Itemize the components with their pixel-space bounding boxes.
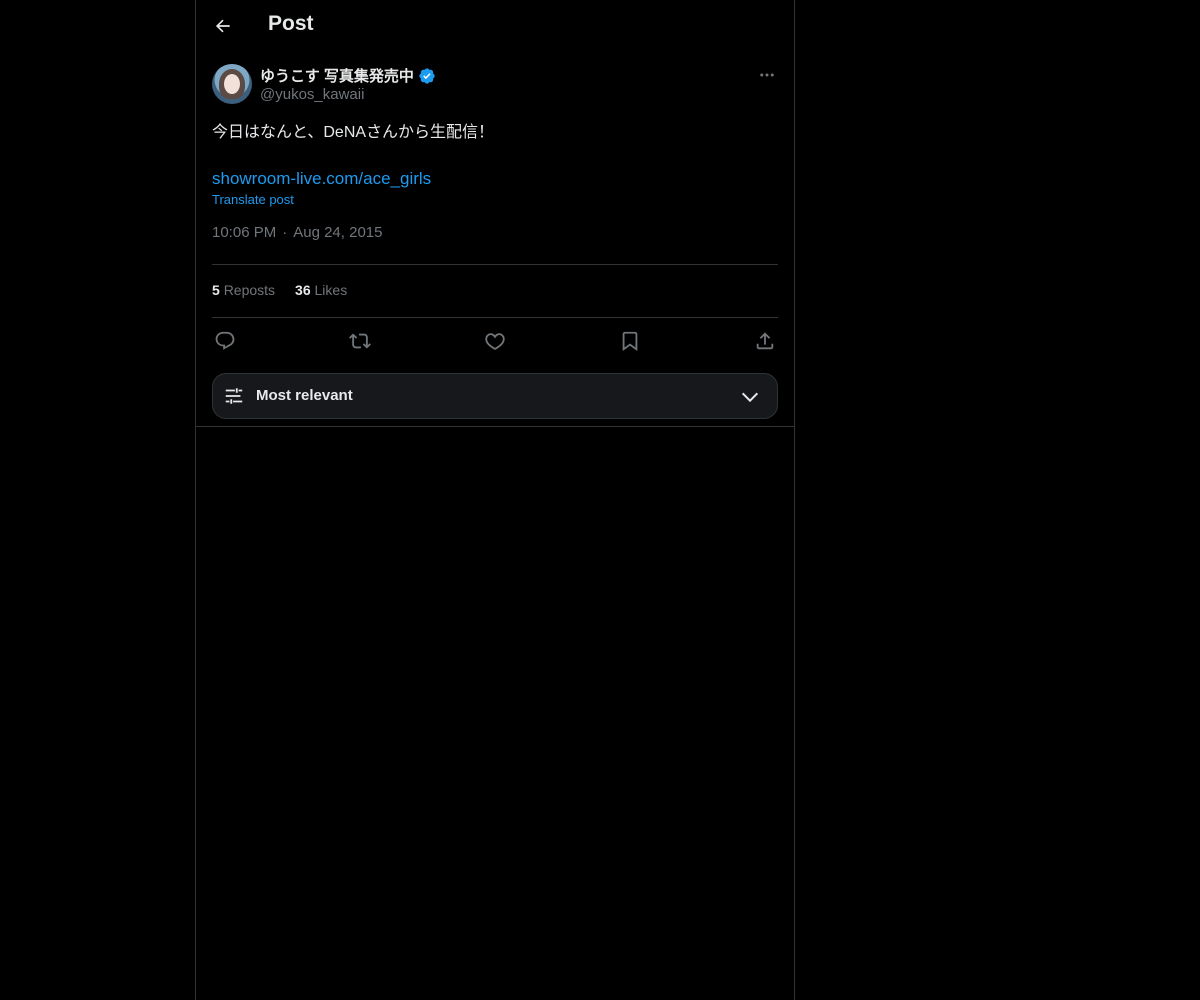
page-title: Post [268,12,314,35]
translate-post-link[interactable]: Translate post [212,192,778,207]
back-button[interactable] [206,9,240,43]
tweet-time[interactable]: 10:06 PM [212,224,276,241]
header: Post [196,0,794,54]
reposts-stat[interactable]: 5 Reposts [212,282,275,298]
arrow-left-icon [215,19,230,33]
meta-separator: · [282,224,288,241]
verified-badge-icon [419,67,435,84]
tweet-text: 今日はなんと、DeNAさんから生配信！ [212,124,495,141]
reposts-count: 5 [212,282,220,298]
tweet-date[interactable]: Aug 24, 2015 [293,224,382,241]
more-icon [760,73,774,77]
divider [212,317,778,318]
share-button[interactable] [752,328,778,354]
divider [196,426,794,427]
likes-count: 36 [295,282,311,298]
bookmark-icon [622,331,638,352]
tweet-timestamp: 10:06 PM · Aug 24, 2015 [212,224,778,241]
avatar-face [224,74,240,94]
display-name-text: ゆうこす 写真集発売中 [260,68,414,85]
share-icon [756,332,774,350]
reply-sort-dropdown[interactable]: Most relevant [212,373,778,419]
more-options-button[interactable] [756,64,778,86]
main-column: Post ゆうこす 写真集発売中 @yukos_kawaii 今日はなんと、De… [195,0,795,1000]
like-button[interactable] [482,328,508,354]
chevron-down-icon [741,392,759,403]
engagement-stats: 5 Reposts 36 Likes [212,282,347,298]
divider [212,264,778,265]
avatar[interactable] [212,64,252,104]
bookmark-button[interactable] [617,328,643,354]
likes-stat[interactable]: 36 Likes [295,282,347,298]
action-bar [212,328,778,354]
repost-button[interactable] [347,328,373,354]
author-handle[interactable]: @yukos_kawaii [260,86,364,103]
sliders-icon [225,388,243,404]
tweet-link[interactable]: showroom-live.com/ace_girls [212,168,431,190]
repost-icon [349,333,371,349]
author-row: ゆうこす 写真集発売中 @yukos_kawaii [212,64,778,106]
reply-button[interactable] [212,328,238,354]
likes-label: Likes [314,282,348,298]
author-name[interactable]: ゆうこす 写真集発売中 [260,65,436,86]
reposts-label: Reposts [223,282,276,298]
reply-icon [215,331,235,350]
tweet: ゆうこす 写真集発売中 @yukos_kawaii 今日はなんと、DeNAさんか… [212,64,778,241]
heart-icon [485,333,505,350]
sort-label: Most relevant [256,387,353,404]
